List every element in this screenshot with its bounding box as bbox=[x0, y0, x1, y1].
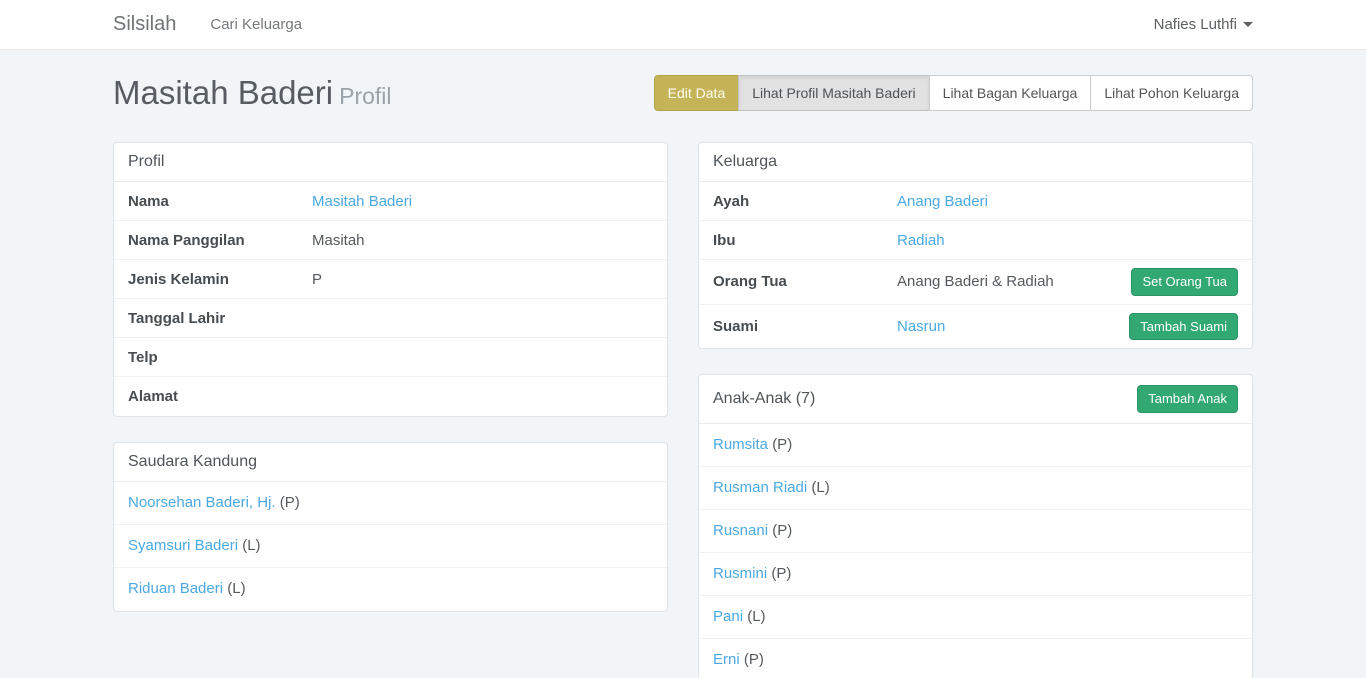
row-label: Jenis Kelamin bbox=[128, 271, 312, 288]
gender-label: (P) bbox=[744, 651, 764, 668]
lihat-bagan-keluarga-button[interactable]: Lihat Bagan Keluarga bbox=[929, 75, 1092, 111]
set-orang-tua-button[interactable]: Set Orang Tua bbox=[1131, 268, 1238, 296]
gender-label: (P) bbox=[772, 522, 792, 539]
list-item: Riduan Baderi (L) bbox=[114, 568, 667, 611]
person-link[interactable]: Masitah Baderi bbox=[312, 193, 412, 210]
navbar: Silsilah Cari Keluarga Nafies Luthfi bbox=[0, 0, 1366, 50]
table-row: Jenis Kelamin P bbox=[114, 260, 667, 299]
row-label: Nama Panggilan bbox=[128, 232, 312, 249]
tambah-suami-button[interactable]: Tambah Suami bbox=[1129, 313, 1238, 341]
row-label: Nama bbox=[128, 193, 312, 210]
gender-label: (L) bbox=[811, 479, 829, 496]
list-item: Erni (P) bbox=[699, 639, 1252, 678]
table-row: Tanggal Lahir bbox=[114, 299, 667, 338]
list-item: Rumsita (P) bbox=[699, 424, 1252, 467]
table-row: Nama Panggilan Masitah bbox=[114, 221, 667, 260]
saudara-kandung-panel-title: Saudara Kandung bbox=[114, 443, 667, 482]
brand-silsilah[interactable]: Silsilah bbox=[113, 13, 176, 36]
list-item: Pani (L) bbox=[699, 596, 1252, 639]
table-row: Nama Masitah Baderi bbox=[114, 182, 667, 221]
list-item: Syamsuri Baderi (L) bbox=[114, 525, 667, 568]
gender-label: (P) bbox=[771, 565, 791, 582]
table-row: Orang Tua Anang Baderi & Radiah Set Oran… bbox=[699, 260, 1252, 305]
gender-label: (P) bbox=[772, 436, 792, 453]
row-label: Ibu bbox=[713, 232, 897, 249]
user-menu-dropdown[interactable]: Nafies Luthfi bbox=[1154, 16, 1253, 33]
lihat-profil-button[interactable]: Lihat Profil Masitah Baderi bbox=[738, 75, 929, 111]
table-row: Ayah Anang Baderi bbox=[699, 182, 1252, 221]
tambah-anak-button[interactable]: Tambah Anak bbox=[1137, 385, 1238, 413]
table-row: Telp bbox=[114, 338, 667, 377]
anak-anak-panel-title: Anak-Anak (7) Tambah Anak bbox=[699, 375, 1252, 424]
anak-anak-panel: Anak-Anak (7) Tambah Anak Rumsita (P) Ru… bbox=[698, 374, 1253, 678]
person-link[interactable]: Pani bbox=[713, 608, 743, 625]
user-name: Nafies Luthfi bbox=[1154, 16, 1237, 33]
person-name: Masitah Baderi bbox=[113, 74, 333, 111]
profil-panel: Profil Nama Masitah Baderi Nama Panggila… bbox=[113, 142, 668, 417]
row-label: Suami bbox=[713, 318, 897, 335]
chevron-down-icon bbox=[1243, 22, 1253, 27]
left-column: Profil Nama Masitah Baderi Nama Panggila… bbox=[113, 142, 668, 678]
row-label: Tanggal Lahir bbox=[128, 310, 312, 327]
panel-title-text: Keluarga bbox=[713, 153, 777, 171]
page-title: Masitah BaderiProfil bbox=[113, 74, 392, 112]
list-item: Noorsehan Baderi, Hj. (P) bbox=[114, 482, 667, 525]
panel-title-text: Profil bbox=[128, 153, 164, 171]
nav-link-cari-keluarga[interactable]: Cari Keluarga bbox=[210, 16, 302, 33]
panel-title-text: Saudara Kandung bbox=[128, 453, 257, 471]
person-link[interactable]: Rusman Riadi bbox=[713, 479, 807, 496]
gender-label: (L) bbox=[242, 537, 260, 554]
gender-label: (L) bbox=[227, 580, 245, 597]
lihat-pohon-keluarga-button[interactable]: Lihat Pohon Keluarga bbox=[1090, 75, 1253, 111]
profile-action-group: Edit Data Lihat Profil Masitah Baderi Li… bbox=[654, 75, 1253, 111]
person-link[interactable]: Radiah bbox=[897, 232, 945, 249]
row-value: Masitah bbox=[312, 232, 653, 249]
table-row: Suami Nasrun Tambah Suami bbox=[699, 305, 1252, 349]
row-value: Anang Baderi & Radiah bbox=[897, 273, 1131, 290]
row-label: Alamat bbox=[128, 388, 312, 405]
edit-data-button[interactable]: Edit Data bbox=[654, 75, 740, 111]
page-subtitle: Profil bbox=[339, 83, 391, 109]
person-link[interactable]: Anang Baderi bbox=[897, 193, 988, 210]
gender-label: (L) bbox=[747, 608, 765, 625]
list-item: Rusnani (P) bbox=[699, 510, 1252, 553]
person-link[interactable]: Noorsehan Baderi, Hj. bbox=[128, 494, 276, 511]
person-link[interactable]: Rumsita bbox=[713, 436, 768, 453]
list-item: Rusman Riadi (L) bbox=[699, 467, 1252, 510]
saudara-kandung-panel: Saudara Kandung Noorsehan Baderi, Hj. (P… bbox=[113, 442, 668, 612]
keluarga-panel: Keluarga Ayah Anang Baderi Ibu Radiah Or… bbox=[698, 142, 1253, 349]
person-link[interactable]: Riduan Baderi bbox=[128, 580, 223, 597]
person-link[interactable]: Rusmini bbox=[713, 565, 767, 582]
person-link[interactable]: Nasrun bbox=[897, 318, 945, 335]
table-row: Ibu Radiah bbox=[699, 221, 1252, 260]
row-value: P bbox=[312, 271, 653, 288]
panel-title-text: Anak-Anak (7) bbox=[713, 390, 815, 408]
main-content: Masitah BaderiProfil Edit Data Lihat Pro… bbox=[113, 74, 1253, 678]
right-column: Keluarga Ayah Anang Baderi Ibu Radiah Or… bbox=[698, 142, 1253, 678]
row-label: Telp bbox=[128, 349, 312, 366]
person-link[interactable]: Rusnani bbox=[713, 522, 768, 539]
profil-panel-title: Profil bbox=[114, 143, 667, 182]
list-item: Rusmini (P) bbox=[699, 553, 1252, 596]
page-header: Masitah BaderiProfil Edit Data Lihat Pro… bbox=[113, 74, 1253, 112]
person-link[interactable]: Syamsuri Baderi bbox=[128, 537, 238, 554]
gender-label: (P) bbox=[280, 494, 300, 511]
row-label: Orang Tua bbox=[713, 273, 897, 290]
person-link[interactable]: Erni bbox=[713, 651, 740, 668]
row-label: Ayah bbox=[713, 193, 897, 210]
table-row: Alamat bbox=[114, 377, 667, 416]
keluarga-panel-title: Keluarga bbox=[699, 143, 1252, 182]
